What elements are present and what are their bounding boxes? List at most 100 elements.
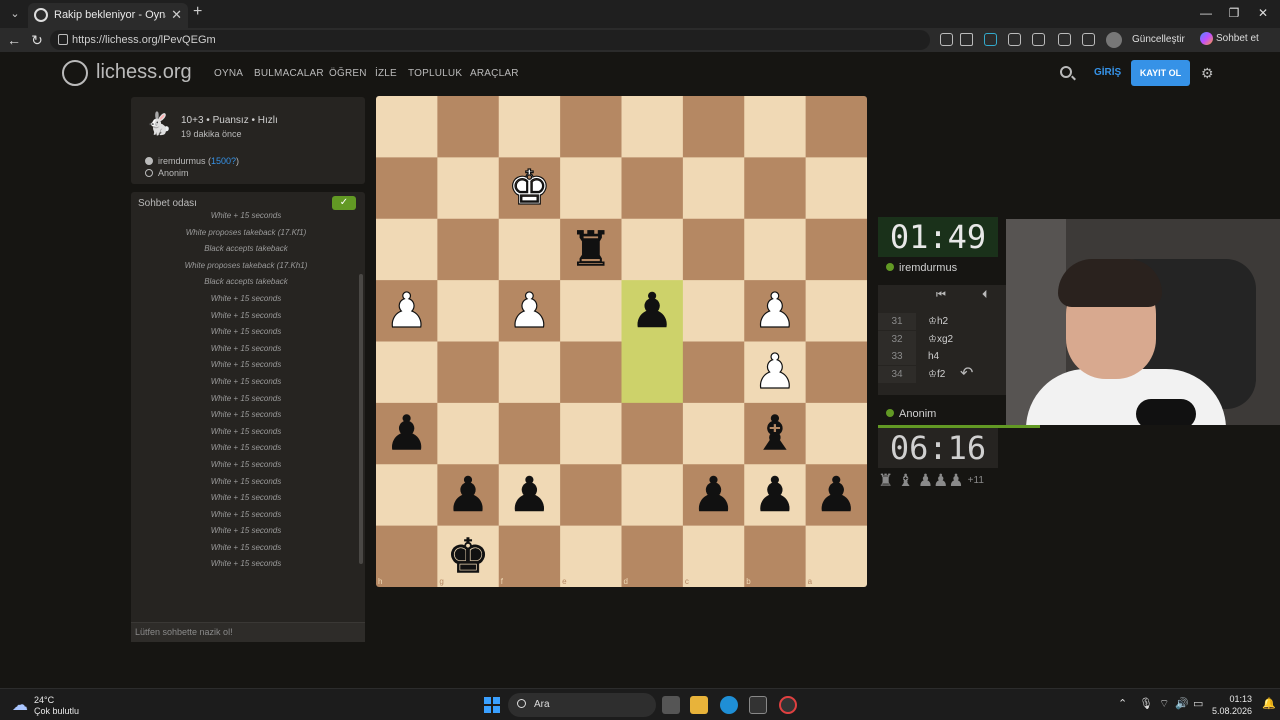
square-e2[interactable] [560,157,622,220]
square-f8[interactable] [498,525,561,587]
weather-description[interactable]: Çok bulutlu [34,706,79,716]
move-san[interactable]: ♔h2 [928,313,948,330]
black-pawn-c7[interactable]: ♟ [692,467,736,524]
move-row[interactable]: 32 ♔xg2 [878,330,1008,348]
move-row[interactable]: 34 ♔f2 [878,365,1008,383]
shield-icon[interactable] [1008,33,1021,46]
move-row[interactable]: 31 ♔h2 [878,313,1008,330]
recording-app-icon[interactable] [779,696,797,714]
square-d5[interactable] [621,341,684,404]
settings-gear-icon[interactable]: ⚙ [1201,65,1214,82]
square-h3[interactable] [376,218,438,281]
black-pawn-a7[interactable]: ♟ [815,467,859,524]
square-e8[interactable] [560,525,622,587]
reload-icon[interactable]: ↻ [29,32,45,49]
nav-community[interactable]: TOPLULUK [408,68,462,79]
reader-view-icon[interactable] [940,33,953,46]
takeback-undo-icon[interactable]: ↶ [960,363,973,383]
url-text[interactable]: https://lichess.org/lPevQEGm [72,34,216,46]
move-row[interactable]: 33 h4 [878,348,1008,365]
update-button[interactable]: Güncelleştir [1132,34,1185,45]
square-d8[interactable] [621,525,684,587]
minimize-icon[interactable]: — [1196,6,1216,20]
square-e5[interactable] [560,341,622,404]
taskbar-search[interactable]: Ara [508,693,656,717]
square-g2[interactable] [437,157,500,220]
url-field[interactable]: https://lichess.org/lPevQEGm [50,30,930,50]
site-info-lock-icon[interactable] [58,34,68,45]
first-move-icon[interactable]: ⏮ [936,289,946,302]
square-c2[interactable] [682,157,745,220]
site-logo-text[interactable]: lichess.org [96,61,192,84]
black-bishop-b6[interactable]: ♝ [753,405,797,462]
restore-icon[interactable]: ❐ [1224,6,1244,20]
square-e1[interactable] [560,96,622,158]
square-e4[interactable] [560,280,622,342]
move-san[interactable]: ♔xg2 [928,331,953,348]
square-h1[interactable] [376,96,438,158]
square-e7[interactable] [560,464,622,527]
favorite-star-icon[interactable] [960,33,973,46]
square-c1[interactable] [682,96,745,158]
square-e6[interactable] [560,402,622,465]
square-d6[interactable] [621,402,684,465]
extension-icon[interactable] [984,33,997,46]
square-f1[interactable] [498,96,561,158]
black-pawn-d4[interactable]: ♟ [630,283,674,340]
white-pawn-h4[interactable]: ♟ [385,282,429,339]
top-player-name[interactable]: iremdurmus [899,262,957,274]
taskbar-time[interactable]: 01:13 [1218,694,1252,704]
notification-bell-icon[interactable]: 🔔 [1262,697,1276,710]
black-pawn-g7[interactable]: ♟ [446,467,490,524]
task-view-icon[interactable] [662,696,680,714]
square-h5[interactable] [376,341,438,404]
collections-icon[interactable] [1082,33,1095,46]
site-search-icon[interactable] [1060,66,1072,78]
browser-tab-active[interactable]: Rakip bekleniyor - Oyna iremdurmus ✕ [28,3,188,28]
black-pawn-b7[interactable]: ♟ [753,467,797,524]
square-d3[interactable] [621,218,684,281]
chat-input[interactable]: Lütfen sohbette nazik ol! [131,622,365,642]
tab-close-icon[interactable]: ✕ [171,7,182,23]
square-d7[interactable] [621,464,684,527]
wifi-icon[interactable]: ⌔ [1159,697,1169,711]
white-player-name[interactable]: iremdurmus [158,156,206,166]
cloud-weather-icon[interactable]: ☁ [12,695,28,715]
square-b3[interactable] [744,218,807,281]
square-g1[interactable] [437,96,500,158]
tab-list-chevron-icon[interactable]: ⌄ [6,5,24,23]
microphone-icon[interactable]: 🎙 [1139,697,1153,710]
white-pawn-b4[interactable]: ♟ [753,282,797,339]
black-king-g8[interactable]: ♚ [446,528,490,585]
window-close-icon[interactable]: ✕ [1253,6,1273,20]
tray-chevron-up-icon[interactable]: ⌃ [1118,697,1127,710]
weather-temperature[interactable]: 24°C [34,695,54,705]
square-a1[interactable] [805,96,867,158]
square-d2[interactable] [621,157,684,220]
new-tab-plus-icon[interactable]: + [193,3,202,21]
nav-play[interactable]: OYNA [214,68,243,79]
white-pawn-f4[interactable]: ♟ [507,282,551,339]
chat-messages[interactable]: White + 15 seconds White proposes takebac… [131,208,361,572]
move-san[interactable]: ♔f2 [928,366,945,383]
square-b8[interactable] [744,525,807,587]
lichess-logo-icon[interactable] [62,60,88,86]
square-h7[interactable] [376,464,438,527]
white-player-info[interactable]: iremdurmus (1500?) [145,156,239,166]
nav-learn[interactable]: ÖĞREN [329,68,367,79]
white-king-f2[interactable]: ♚ [507,159,551,216]
white-pawn-b5[interactable]: ♟ [753,344,797,401]
browser-essentials-icon[interactable] [1058,33,1071,46]
battery-icon[interactable]: ▭ [1193,697,1203,710]
square-c8[interactable] [682,525,745,587]
black-rook-e3[interactable]: ♜ [569,221,613,278]
square-g4[interactable] [437,280,500,342]
square-b1[interactable] [744,96,807,158]
nav-puzzles[interactable]: BULMACALAR [254,68,324,79]
square-a2[interactable] [805,157,867,220]
nav-tools[interactable]: ARAÇLAR [470,68,519,79]
square-b2[interactable] [744,157,807,220]
taskbar-date[interactable]: 5.08.2026 [1210,706,1252,716]
chat-scrollbar[interactable] [359,274,363,564]
square-f3[interactable] [498,218,561,281]
